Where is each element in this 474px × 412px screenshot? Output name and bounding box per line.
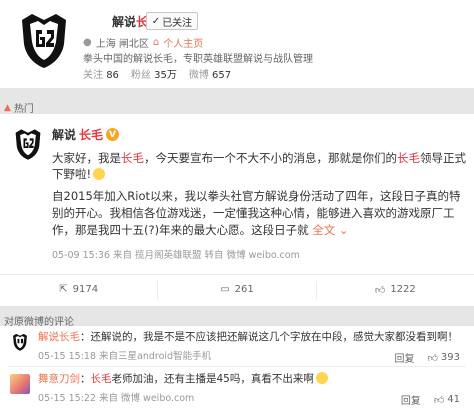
post-actions: ⇱ 9174 ▭ 261 👍︎ 1222 [0,274,474,304]
profile-description: 拳头中国的解说长毛，专职英雄联盟解说与战队管理 [83,54,313,65]
comment-item: 舞意刀剑：长毛老师加油，还有主播是45吗，真看不出来啊 05-15 15:22 … [0,368,474,410]
comment-button[interactable]: ▭ 261 [158,280,317,299]
profile-location: ● 上海 闸北区 ⌂ 个人主页 [83,35,203,50]
post-card: 解说 长毛 V 大家好，我是长毛，今天要宣布一个不大不小的消息，那就是你们的长毛领… [0,114,474,306]
fire-icon: ▲ [4,102,11,113]
comment-divider [8,366,466,367]
stat-followers[interactable]: 粉丝 35万 [131,66,177,81]
follow-button[interactable]: ✓ 已关注 [146,12,198,30]
hot-label-text: 热门 [13,104,34,115]
post-author-prefix: 解说 [52,128,77,142]
profile-name-prefix: 解说 [112,15,137,29]
comment-like-button[interactable]: 回复 👍︎ 393 [394,350,460,365]
post-author[interactable]: 解说 长毛 V [52,126,120,143]
smile-emoji-icon [93,168,106,180]
hot-section-label: ▲ 热门 [4,100,34,116]
location-pin-icon: ● [83,37,92,48]
expand-full-text-link[interactable]: 全文 ⌄ [312,223,348,237]
comment-author[interactable]: 舞意刀剑 [38,373,80,385]
g2-logo[interactable] [12,8,76,72]
comments-list: 解说长毛：还解说的，我是不是不应该把还解说这几个字放在中段，感觉大家都没看到啊！… [0,326,474,412]
reply-link[interactable]: 回复 [394,350,414,365]
stat-following[interactable]: 关注 86 [83,66,119,81]
post-text-body: 自2015年加入Riot以来，我以拳头社官方解说身份活动了四年，这段日子真的特别… [52,189,461,237]
like-icon: 👍︎ [374,284,386,296]
like-icon: 👍︎ [433,394,445,406]
location-text: 上海 闸北区 [95,39,149,50]
post-avatar[interactable] [10,126,46,162]
comment-meta: 05-15 15:18 来自三星android智能手机 [38,351,212,362]
comment-text: 解说长毛：还解说的，我是不是不应该把还解说这几个字放在中段，感觉大家都没看到啊！ [38,331,458,343]
checkmark-icon: ✓ [151,15,161,27]
profile-header: 解说长毛 V ✓ 已关注 ● 上海 闸北区 ⌂ 个人主页 拳头中国的解说长毛，专… [0,0,474,88]
comment-item: 解说长毛：还解说的，我是不是不应该把还解说这几个字放在中段，感觉大家都没看到啊！… [0,326,474,368]
stat-posts[interactable]: 微博 657 [189,66,231,81]
reply-link[interactable]: 回复 [401,392,421,407]
comment-meta: 05-15 15:22 来自 微博 weibo.com [38,393,195,404]
comment-icon: ▭ [220,284,230,295]
comment-text: 舞意刀剑：长毛老师加油，还有主播是45吗，真看不出来啊 [38,372,408,386]
share-icon: ⇱ [59,284,68,295]
profile-stats: 关注 86 粉丝 35万 微博 657 [83,66,231,81]
home-icon: ⌂ [152,37,160,48]
verified-icon: V [106,128,120,141]
like-icon: 👍︎ [427,352,438,364]
comment-like-button[interactable]: 回复 👍︎ 41 [401,392,460,407]
home-link[interactable]: 个人主页 [163,35,203,50]
post-text-intro: 大家好，我是长毛，今天要宣布一个不大不小的消息，那就是你们的长毛领导正式下野啦! [52,151,466,181]
like-button[interactable]: 👍︎ 1222 [317,281,474,299]
comment-avatar[interactable] [10,374,30,394]
repost-button[interactable]: ⇱ 9174 [0,280,159,299]
comment-avatar[interactable] [10,332,30,352]
chevron-down-icon: ⌄ [338,223,349,237]
post-author-red: 长毛 [79,128,104,142]
follow-button-label: 已关注 [162,17,193,29]
post-meta: 05-09 15:36 来自 揽月阁英雄联盟 转自 微博 weibo.com [52,250,300,261]
comment-author[interactable]: 解说长毛 [38,331,80,343]
laugh-emoji-icon [315,372,328,384]
